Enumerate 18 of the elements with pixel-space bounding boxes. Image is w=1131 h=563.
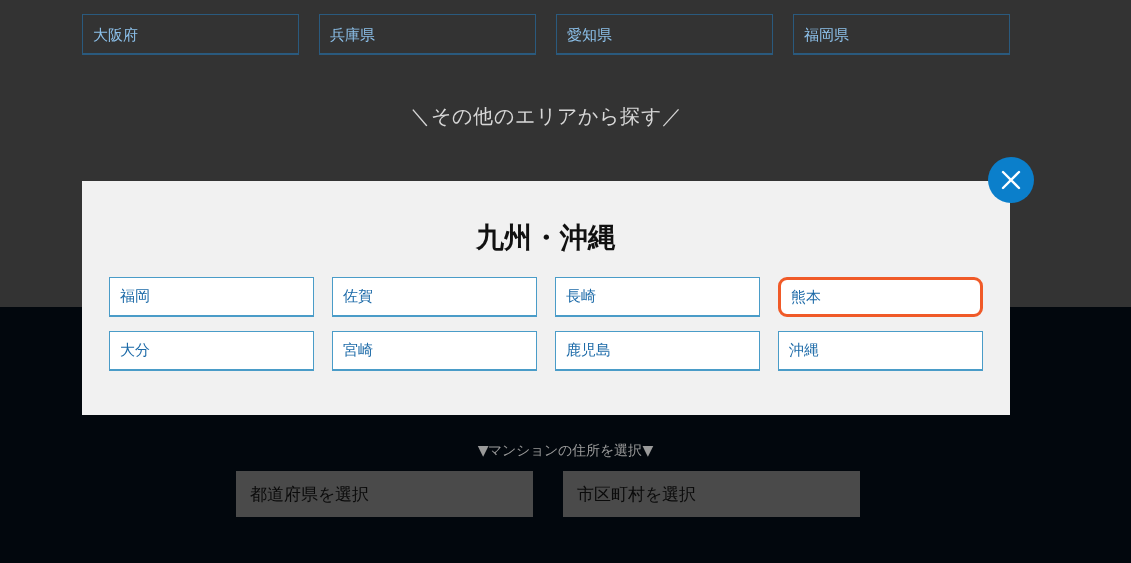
select-field[interactable]: 都道府県を選択	[236, 471, 533, 517]
select-field[interactable]: 市区町村を選択	[563, 471, 860, 517]
region-option-button[interactable]: 佐賀	[332, 277, 537, 317]
address-prompt: ▼マンションの住所を選択▼	[476, 441, 655, 460]
region-option-button[interactable]: 福岡	[109, 277, 314, 317]
section-heading: ＼その他のエリアから探す／	[408, 103, 684, 130]
prefecture-button[interactable]: 福岡県	[793, 14, 1010, 55]
prefecture-button[interactable]: 兵庫県	[319, 14, 536, 55]
close-icon	[1001, 170, 1021, 190]
region-option-button[interactable]: 長崎	[555, 277, 760, 317]
prefecture-button[interactable]: 愛知県	[556, 14, 773, 55]
prefecture-button[interactable]: 大阪府	[82, 14, 299, 55]
region-option-button[interactable]: 沖縄	[778, 331, 983, 371]
region-option-button[interactable]: 大分	[109, 331, 314, 371]
region-option-button[interactable]: 熊本	[778, 277, 983, 317]
region-option-button[interactable]: 鹿児島	[555, 331, 760, 371]
modal-title: 九州・沖縄	[475, 220, 617, 256]
region-option-button[interactable]: 宮崎	[332, 331, 537, 371]
